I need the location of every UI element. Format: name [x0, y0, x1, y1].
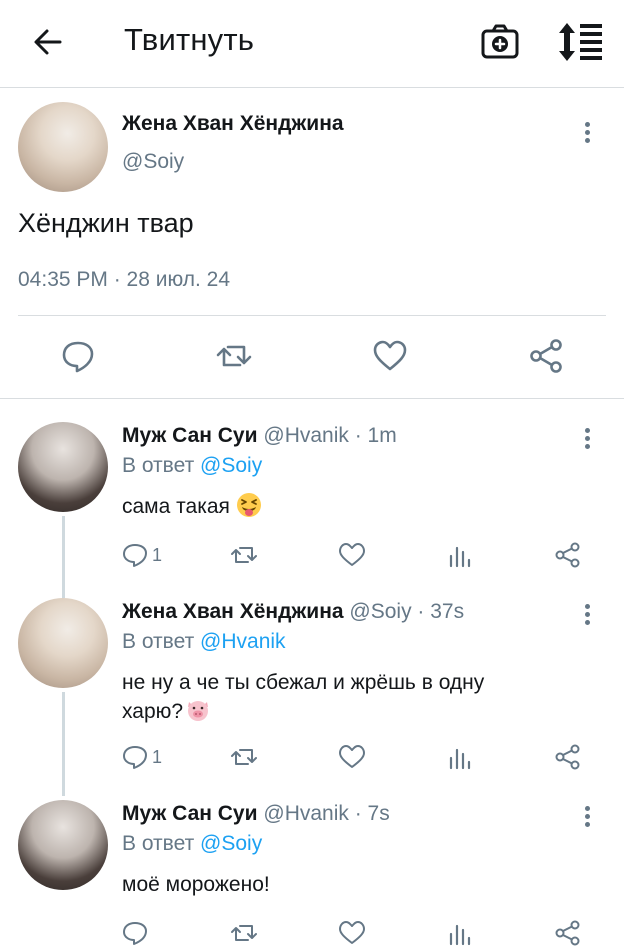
analytics-icon — [449, 748, 471, 770]
retweet-icon — [231, 547, 257, 563]
mention-link[interactable]: @Hvanik — [200, 630, 286, 653]
reply-count: 1 — [152, 544, 163, 565]
heart-icon — [339, 745, 365, 768]
in-reply-label: В ответ — [122, 630, 195, 653]
author-handle-time: @Hvanik · 1m — [263, 424, 397, 447]
retweet-button[interactable] — [230, 540, 258, 570]
mention-link[interactable]: @Soiy — [200, 454, 262, 477]
avatar[interactable] — [18, 422, 108, 512]
share-icon — [555, 744, 580, 770]
tweet-text: моё морожено! — [122, 873, 270, 896]
author-name[interactable]: Жена Хван Хёнджина — [122, 600, 344, 623]
retweet-icon — [231, 749, 257, 765]
squinting-tongue-face-icon — [236, 493, 261, 517]
retweet-button[interactable] — [230, 918, 258, 948]
tweet-text-line: харю? — [122, 700, 184, 723]
retweet-icon — [231, 925, 257, 941]
tweet-text-content: сама такая — [122, 495, 230, 518]
avatar[interactable] — [18, 598, 108, 688]
like-button[interactable] — [338, 918, 366, 948]
views-button[interactable] — [448, 540, 472, 570]
heart-icon — [339, 543, 365, 566]
like-button[interactable] — [338, 540, 366, 570]
more-options-icon[interactable] — [581, 604, 593, 628]
sort-icon[interactable] — [556, 20, 606, 64]
tweet-text: Хёнджин твар — [18, 208, 194, 238]
reply-count: 1 — [152, 746, 163, 767]
tweet-actions — [0, 918, 624, 948]
share-icon[interactable] — [528, 338, 564, 374]
author-handle-time: @Soiy · 37s — [349, 600, 465, 623]
tweet-text: не ну а че ты сбежал и жрёшь в одну харю? — [122, 668, 592, 726]
share-icon — [555, 542, 580, 568]
tweet-text: сама такая — [122, 492, 592, 521]
reply-icon — [123, 544, 147, 567]
more-options-icon[interactable] — [581, 806, 593, 830]
views-button[interactable] — [448, 918, 472, 948]
author-handle-time: @Hvanik · 7s — [263, 802, 390, 825]
reply-button[interactable]: 1 — [122, 742, 162, 772]
author-handle[interactable]: @Soiy — [122, 150, 184, 174]
like-button[interactable] — [338, 742, 366, 772]
share-icon — [555, 920, 580, 946]
more-options-icon[interactable] — [581, 122, 593, 146]
analytics-icon — [449, 546, 471, 568]
views-button[interactable] — [448, 742, 472, 772]
share-button[interactable] — [554, 918, 582, 948]
author-name[interactable]: Муж Сан Суи — [122, 802, 258, 825]
camera-plus-icon[interactable] — [478, 20, 522, 64]
retweet-button[interactable] — [230, 742, 258, 772]
author-name[interactable]: Муж Сан Суи — [122, 424, 258, 447]
avatar[interactable] — [18, 102, 108, 192]
heart-icon[interactable] — [372, 338, 408, 374]
pig-face-icon — [188, 701, 209, 721]
share-button[interactable] — [554, 540, 582, 570]
mention-link[interactable]: @Soiy — [200, 832, 262, 855]
tweet-actions: 1 — [0, 742, 624, 772]
divider — [0, 398, 624, 399]
in-reply-label: В ответ — [122, 454, 195, 477]
reply-icon[interactable] — [60, 338, 96, 374]
tweet-actions: 1 — [0, 540, 624, 570]
tweet-timestamp: 04:35 PM · 28 июл. 24 — [18, 268, 231, 291]
top-bar: Твитнуть — [0, 0, 624, 88]
share-button[interactable] — [554, 742, 582, 772]
in-reply-label: В ответ — [122, 832, 195, 855]
retweet-icon[interactable] — [216, 338, 252, 374]
analytics-icon — [449, 924, 471, 946]
reply-icon — [123, 746, 147, 769]
main-tweet: Жена Хван Хёнджина @Soiy Хёнджин твар 04… — [0, 88, 624, 398]
reply-button[interactable] — [122, 918, 148, 948]
tweet-text-line: не ну а че ты сбежал и жрёшь в одну — [122, 671, 485, 694]
page-title: Твитнуть — [124, 22, 255, 57]
back-arrow-icon[interactable] — [28, 22, 68, 62]
avatar[interactable] — [18, 800, 108, 890]
reply-button[interactable]: 1 — [122, 540, 162, 570]
reply-icon — [123, 922, 147, 945]
heart-icon — [339, 921, 365, 944]
author-name[interactable]: Жена Хван Хёнджина — [122, 112, 344, 136]
divider — [18, 315, 606, 316]
more-options-icon[interactable] — [581, 428, 593, 452]
